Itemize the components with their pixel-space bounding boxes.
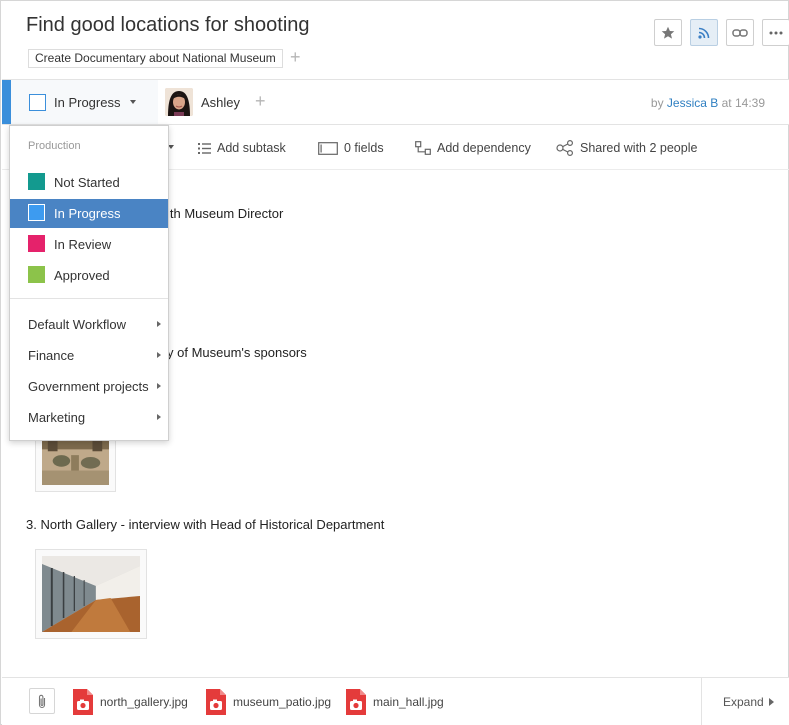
add-subtask-button[interactable]: Add subtask: [198, 140, 286, 156]
workflow-label: Government projects: [28, 379, 149, 394]
attachment-name: main_hall.jpg: [373, 695, 444, 709]
status-square-icon: [29, 94, 46, 111]
avatar[interactable]: [165, 88, 193, 116]
add-subtask-label: Add subtask: [217, 141, 286, 155]
status-swatch: [28, 204, 45, 221]
star-button[interactable]: [654, 19, 682, 46]
fields-label: 0 fields: [344, 141, 384, 155]
paperclip-icon: [38, 694, 46, 708]
status-label[interactable]: In Progress: [54, 95, 120, 110]
gallery-thumbnail[interactable]: [35, 549, 147, 639]
description-line: ith Museum Director: [167, 206, 284, 221]
workflow-label: Finance: [28, 348, 75, 363]
more-button[interactable]: [762, 19, 789, 46]
share-button[interactable]: Shared with 2 people: [556, 140, 697, 156]
chevron-right-icon: [157, 321, 161, 327]
star-icon: [661, 26, 675, 39]
attachments-bar: north_gallery.jpg museum_patio.jpg main_…: [2, 677, 789, 725]
add-parent-folder-button[interactable]: +: [290, 47, 301, 67]
author-link[interactable]: Jessica B: [667, 96, 718, 110]
by-prefix: by: [650, 96, 664, 110]
attachment-name: north_gallery.jpg: [100, 695, 188, 709]
description-line: 3. North Gallery - interview with Head o…: [26, 517, 385, 532]
follow-button[interactable]: [690, 19, 718, 46]
fields-icon: [318, 141, 338, 155]
workflow-default[interactable]: Default Workflow: [10, 311, 168, 339]
chevron-right-icon: [769, 698, 774, 706]
chevron-right-icon: [157, 352, 161, 358]
attachment-item[interactable]: north_gallery.jpg: [73, 689, 188, 715]
status-option-label: Approved: [54, 268, 110, 283]
workflow-government-projects[interactable]: Government projects: [10, 373, 168, 401]
expand-label: Expand: [723, 695, 764, 709]
share-icon: [556, 140, 573, 156]
workflow-marketing[interactable]: Marketing: [10, 404, 168, 432]
workflow-label: Marketing: [28, 410, 86, 425]
status-bar: In Progress Ashley + by Jessica B at 14:…: [2, 79, 789, 125]
link-icon: [732, 28, 748, 37]
author-info: by Jessica B at 14:39: [651, 96, 765, 110]
dependency-icon: [415, 141, 431, 155]
description-line: y of Museum's sponsors: [167, 345, 307, 360]
status-option-approved[interactable]: Approved: [10, 261, 168, 290]
custom-fields-button[interactable]: 0 fields: [318, 140, 384, 156]
dropdown-heading: Production: [28, 140, 81, 152]
add-dependency-label: Add dependency: [437, 141, 531, 155]
image-file-icon: [346, 689, 366, 715]
chevron-right-icon: [157, 414, 161, 420]
expand-attachments-button[interactable]: Expand: [701, 678, 789, 725]
task-view: Find good locations for shooting Create …: [0, 0, 789, 725]
add-dependency-button[interactable]: Add dependency: [415, 140, 531, 156]
status-swatch: [28, 235, 45, 252]
image-file-icon: [206, 689, 226, 715]
status-option-in-progress[interactable]: In Progress: [10, 199, 168, 228]
rss-icon: [698, 27, 710, 39]
attach-file-button[interactable]: [29, 688, 55, 714]
status-option-label: In Review: [54, 237, 112, 252]
add-assignee-button[interactable]: +: [255, 91, 266, 112]
list-icon: [198, 142, 211, 154]
status-option-label: In Progress: [54, 206, 121, 221]
status-swatch: [28, 266, 45, 283]
link-button[interactable]: [726, 19, 754, 46]
status-dropdown: Production Not Started In Progress In Re…: [9, 125, 169, 441]
workflow-label: Default Workflow: [28, 317, 127, 332]
workflow-finance[interactable]: Finance: [10, 342, 168, 370]
status-option-in-review[interactable]: In Review: [10, 230, 168, 259]
timestamp: at 14:39: [721, 96, 765, 110]
assignee-name[interactable]: Ashley: [201, 95, 240, 110]
chevron-right-icon: [157, 383, 161, 389]
image-file-icon: [73, 689, 93, 715]
more-icon: [769, 31, 783, 34]
chevron-down-icon[interactable]: [130, 100, 136, 104]
attachment-item[interactable]: museum_patio.jpg: [206, 689, 331, 715]
status-option-not-started[interactable]: Not Started: [10, 168, 168, 197]
attachment-item[interactable]: main_hall.jpg: [346, 689, 444, 715]
task-title[interactable]: Find good locations for shooting: [26, 14, 310, 37]
parent-folder-tag[interactable]: Create Documentary about National Museum: [28, 49, 283, 68]
shared-label: Shared with 2 people: [580, 141, 698, 155]
dropdown-divider: [10, 298, 168, 299]
status-swatch: [28, 173, 45, 190]
status-option-label: Not Started: [54, 175, 120, 190]
attachment-name: museum_patio.jpg: [233, 695, 332, 709]
gallery-image: [42, 556, 140, 632]
status-color-stripe: [2, 80, 11, 124]
